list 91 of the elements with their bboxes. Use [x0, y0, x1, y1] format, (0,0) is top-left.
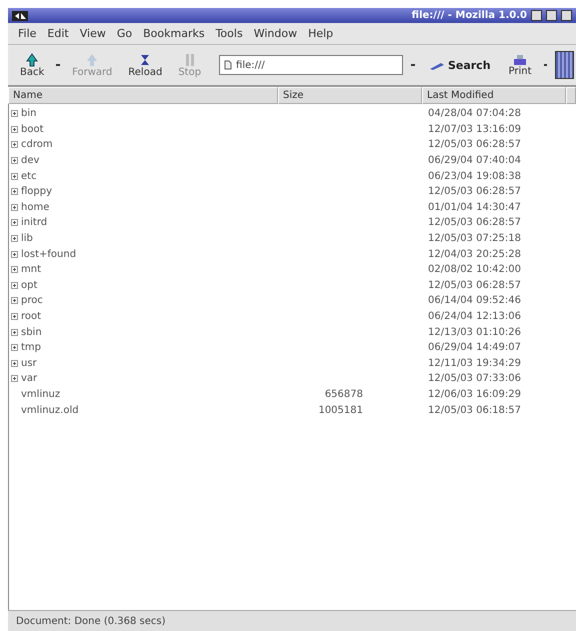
expand-icon[interactable]: [11, 126, 18, 133]
modified-date: 12/04/03 20:25:28: [427, 248, 522, 260]
file-name[interactable]: usr: [9, 358, 279, 369]
file-name[interactable]: initrd: [9, 217, 279, 228]
back-arrow-icon: [25, 52, 40, 66]
file-size: 656878: [324, 388, 364, 400]
file-name[interactable]: home: [9, 202, 279, 213]
modified-date: 12/05/03 06:28:57: [427, 217, 522, 228]
expand-icon[interactable]: [11, 141, 18, 148]
menu-item[interactable]: Tools: [216, 27, 243, 40]
close-icon[interactable]: [561, 10, 572, 21]
file-name[interactable]: etc: [9, 170, 279, 182]
modified-date: 12/05/03 06:28:57: [427, 280, 522, 291]
print-button[interactable]: Print: [504, 54, 536, 76]
file-name[interactable]: opt: [9, 280, 279, 291]
address-field[interactable]: file:///: [219, 55, 404, 75]
window-title: file:/// - Mozilla 1.0.0: [412, 10, 527, 21]
modified-date: 06/29/04 07:40:04: [427, 155, 522, 166]
reload-button[interactable]: Reload: [124, 52, 166, 78]
expand-icon[interactable]: [11, 172, 18, 180]
modified-date: 12/05/03 07:33:06: [427, 373, 522, 384]
expand-icon[interactable]: [11, 219, 18, 226]
menu-item[interactable]: Help: [308, 27, 334, 40]
modified-date: 06/24/04 12:13:06: [427, 311, 522, 322]
file-size: 1005181: [317, 404, 364, 416]
menu-item[interactable]: File: [18, 27, 36, 40]
expand-icon[interactable]: [11, 110, 18, 118]
search-icon: [428, 60, 445, 70]
address-text: file:///: [236, 60, 265, 70]
file-name[interactable]: var: [9, 373, 279, 384]
stop-icon: [184, 52, 196, 66]
modified-date: 04/28/04 07:04:28: [427, 108, 522, 120]
reload-icon: [139, 52, 152, 66]
modified-date: 12/11/03 19:34:29: [427, 358, 522, 369]
column-header[interactable]: Size: [278, 87, 422, 104]
column-header[interactable]: Last Modified: [422, 87, 566, 104]
back-button[interactable]: Back: [16, 52, 48, 78]
status-text: Document: Done (0.368 secs): [16, 616, 166, 626]
modified-date: 12/05/03 06:18:57: [427, 404, 522, 416]
menu-item[interactable]: Bookmarks: [143, 27, 205, 40]
expand-icon[interactable]: [11, 313, 18, 320]
menu-item[interactable]: Window: [254, 27, 298, 40]
modified-date: 12/05/03 06:28:57: [427, 186, 522, 198]
file-name[interactable]: proc: [9, 295, 279, 306]
expand-icon[interactable]: [11, 235, 18, 242]
modified-date: 01/01/04 14:30:47: [427, 202, 522, 213]
file-name[interactable]: vmlinuz.old: [9, 404, 279, 416]
file-name[interactable]: dev: [9, 155, 279, 166]
printer-icon: [513, 54, 528, 66]
window-menu-icon[interactable]: [12, 10, 28, 20]
file-name[interactable]: bin: [9, 108, 279, 120]
menu-item[interactable]: Go: [116, 27, 132, 40]
expand-icon[interactable]: [11, 266, 18, 274]
menu-item[interactable]: View: [80, 27, 106, 40]
expand-icon[interactable]: [11, 328, 18, 336]
expand-icon[interactable]: [11, 282, 18, 289]
modified-date: 12/07/03 13:16:09: [427, 124, 522, 135]
search-button[interactable]: Search: [422, 58, 497, 72]
expand-icon[interactable]: [11, 188, 18, 196]
expand-icon[interactable]: [11, 344, 18, 352]
expand-icon[interactable]: [11, 204, 18, 211]
file-name[interactable]: tmp: [9, 342, 279, 354]
page-icon: [224, 60, 232, 70]
column-header[interactable]: Name: [8, 87, 278, 104]
expand-icon[interactable]: [11, 250, 18, 258]
file-name[interactable]: sbin: [9, 326, 279, 338]
menu-item[interactable]: Edit: [47, 27, 69, 40]
file-name[interactable]: lib: [9, 233, 279, 244]
file-name[interactable]: root: [9, 311, 279, 322]
modified-date: 12/13/03 01:10:26: [427, 326, 522, 338]
file-name[interactable]: cdrom: [9, 139, 279, 150]
file-name[interactable]: vmlinuz: [9, 388, 279, 400]
maximize-icon[interactable]: [546, 10, 557, 21]
file-name[interactable]: mnt: [9, 264, 279, 276]
file-name[interactable]: lost+found: [9, 248, 279, 260]
modified-date: 12/05/03 06:28:57: [427, 139, 522, 150]
modified-date: 06/14/04 09:52:46: [427, 295, 522, 306]
modified-date: 06/29/04 14:49:07: [427, 342, 522, 354]
file-name[interactable]: boot: [9, 124, 279, 135]
modified-date: 02/08/02 10:42:00: [427, 264, 522, 276]
minimize-icon[interactable]: [531, 10, 542, 21]
expand-icon[interactable]: [11, 375, 18, 382]
modified-date: 12/05/03 07:25:18: [427, 233, 522, 244]
forward-arrow-icon: [85, 52, 100, 66]
file-name[interactable]: floppy: [9, 186, 279, 198]
modified-date: 06/23/04 19:08:38: [427, 170, 522, 182]
modified-date: 12/06/03 16:09:29: [427, 388, 522, 400]
expand-icon[interactable]: [11, 157, 18, 164]
expand-icon[interactable]: [11, 360, 18, 367]
expand-icon[interactable]: [11, 297, 18, 304]
throbber-icon: [555, 51, 574, 79]
